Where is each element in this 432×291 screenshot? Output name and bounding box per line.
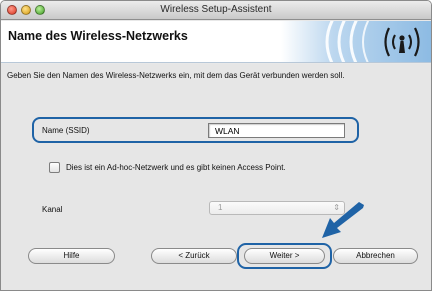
title-bar: Wireless Setup-Assistent [1,1,431,20]
page-header: Name des Wireless-Netzwerks [1,21,431,63]
adhoc-checkbox[interactable] [49,162,60,173]
setup-window: Wireless Setup-Assistent Name des Wirele… [0,0,432,291]
window-title: Wireless Setup-Assistent [160,4,272,15]
page-title: Name des Wireless-Netzwerks [8,29,188,43]
back-button[interactable]: < Zurück [151,248,237,264]
instruction-text: Geben Sie den Namen des Wireless-Netzwer… [7,71,345,80]
header-banner [281,21,431,62]
ssid-input[interactable] [208,123,345,138]
kanal-label: Kanal [42,205,63,214]
content-area: Geben Sie den Namen des Wireless-Netzwer… [1,64,431,290]
kanal-value: 1 [218,203,223,212]
help-button[interactable]: Hilfe [28,248,115,264]
adhoc-label: Dies ist ein Ad-hoc-Netzwerk und es gibt… [66,163,286,172]
ssid-label: Name (SSID) [42,126,90,135]
next-button[interactable]: Weiter > [244,248,325,264]
cancel-button[interactable]: Abbrechen [333,248,418,264]
blue-arrow-icon [322,202,364,238]
wireless-signal-icon [325,21,420,62]
